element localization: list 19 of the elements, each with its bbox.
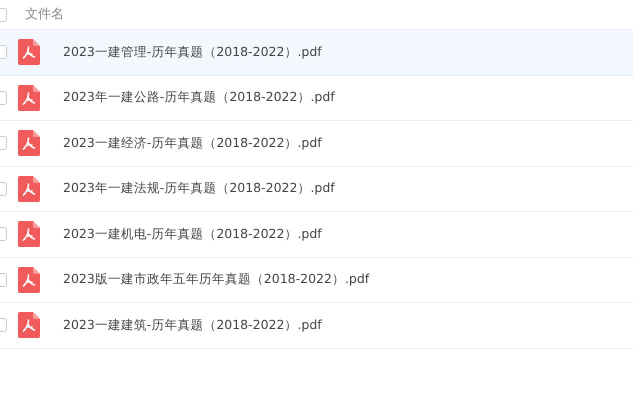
file-row[interactable]: 2023一建管理-历年真题（2018-2022）.pdf xyxy=(0,30,633,76)
file-row[interactable]: 2023年一建公路-历年真题（2018-2022）.pdf xyxy=(0,76,633,121)
file-name: 2023年一建法规-历年真题（2018-2022）.pdf xyxy=(63,179,335,198)
pdf-file-icon xyxy=(18,176,40,202)
pdf-file-icon xyxy=(18,84,40,111)
file-name: 2023一建管理-历年真题（2018-2022）.pdf xyxy=(63,42,322,61)
file-row[interactable]: 2023年一建法规-历年真题（2018-2022）.pdf xyxy=(0,166,633,212)
pdf-file-icon xyxy=(18,39,40,66)
column-header[interactable]: 文件名 xyxy=(25,4,64,24)
file-name: 2023一建经济-历年真题（2018-2022）.pdf xyxy=(63,134,322,152)
pdf-file-icon xyxy=(18,221,40,248)
file-name: 2023年一建公路-历年真题（2018-2022）.pdf xyxy=(63,88,335,106)
pdf-file-icon xyxy=(18,130,40,156)
pdf-file-icon xyxy=(18,266,40,293)
file-name: 2023一建机电-历年真题（2018-2022）.pdf xyxy=(63,224,322,243)
file-row[interactable]: 2023版一建市政年五年历年真题（2018-2022）.pdf xyxy=(0,258,633,303)
file-name: 2023一建建筑-历年真题（2018-2022）.pdf xyxy=(63,316,322,334)
file-name: 2023版一建市政年五年历年真题（2018-2022）.pdf xyxy=(63,270,370,288)
pdf-file-icon xyxy=(18,312,40,338)
